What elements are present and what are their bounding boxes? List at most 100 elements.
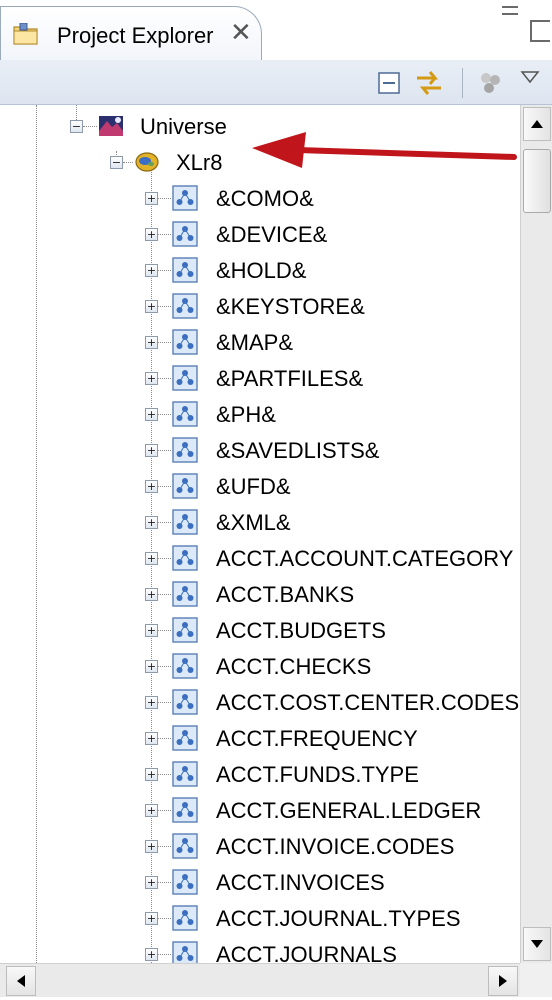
tree-item-label: &XML&	[216, 510, 291, 535]
tree-guide-line	[158, 846, 171, 847]
file-icon	[172, 617, 198, 643]
vertical-scrollbar[interactable]	[520, 105, 552, 963]
maximize-icon[interactable]	[530, 20, 550, 42]
filter-icon[interactable]	[478, 70, 504, 96]
expand-icon[interactable]: +	[145, 192, 158, 205]
tree-guide-line	[158, 666, 171, 667]
file-icon	[172, 329, 198, 355]
tree-guide-line	[158, 594, 171, 595]
tree-item-label: ACCT.FREQUENCY	[216, 726, 418, 751]
file-icon	[172, 437, 198, 463]
tree-item-label: &COMO&	[216, 186, 314, 211]
expand-icon[interactable]: +	[145, 552, 158, 565]
minimize-icon[interactable]	[502, 6, 518, 15]
tree-item-label: ACCT.INVOICE.CODES	[216, 834, 455, 859]
expand-icon[interactable]: +	[145, 336, 158, 349]
tree-item-label: &PARTFILES&	[216, 366, 364, 391]
expand-icon[interactable]: +	[145, 876, 158, 889]
expand-icon[interactable]: +	[145, 228, 158, 241]
tree-item-label: ACCT.JOURNAL.TYPES	[216, 906, 461, 931]
tree-guide-line	[158, 774, 171, 775]
horizontal-scrollbar[interactable]	[0, 963, 552, 997]
file-icon	[172, 941, 198, 963]
tree-guide-line	[76, 105, 77, 120]
tree-item-label: ACCT.BUDGETS	[216, 618, 386, 643]
tree-guide-line	[123, 162, 133, 163]
file-icon	[172, 581, 198, 607]
collapse-all-icon[interactable]	[378, 72, 400, 94]
scroll-up-button[interactable]	[523, 107, 551, 141]
tree-item-label: Universe	[140, 114, 227, 139]
tree-item-label: ACCT.COST.CENTER.CODES	[216, 690, 520, 715]
tree-item-label: ACCT.INVOICES	[216, 870, 385, 895]
universe-icon	[99, 116, 123, 136]
tree-item-label: ACCT.GENERAL.LEDGER	[216, 798, 482, 823]
expand-icon[interactable]: +	[145, 480, 158, 493]
expand-icon[interactable]: +	[145, 408, 158, 421]
scroll-right-button[interactable]	[488, 966, 518, 996]
collapse-icon[interactable]: −	[110, 156, 123, 169]
tree-guide-line	[158, 702, 171, 703]
expand-icon[interactable]: +	[145, 840, 158, 853]
link-with-editor-icon[interactable]	[414, 68, 444, 98]
project-tree: − Universe − XLr8 + &COMO& + &DEVICE& + &HOLD& + &K…	[0, 105, 520, 963]
tree-item-label: ACCT.ACCOUNT.CATEGORY	[216, 546, 514, 571]
tree-item-label: &DEVICE&	[216, 222, 328, 247]
project-explorer-tab[interactable]: Project Explorer ✕	[0, 6, 262, 60]
view-toolbar	[0, 60, 552, 105]
scroll-down-button[interactable]	[523, 927, 551, 961]
tree-guide-line	[158, 450, 171, 451]
tree-item-label: ACCT.FUNDS.TYPE	[216, 762, 419, 787]
expand-icon[interactable]: +	[145, 732, 158, 745]
view-menu-icon[interactable]	[520, 68, 540, 86]
tree-guide-line	[158, 630, 171, 631]
expand-icon[interactable]: +	[145, 516, 158, 529]
expand-icon[interactable]: +	[145, 948, 158, 961]
database-icon	[135, 152, 159, 172]
file-icon	[172, 869, 198, 895]
file-icon	[172, 221, 198, 247]
tree-item-label: &UFD&	[216, 474, 291, 499]
expand-icon[interactable]: +	[145, 912, 158, 925]
tree-guide-line	[158, 270, 171, 271]
file-icon	[172, 473, 198, 499]
tree-item-label: ACCT.CHECKS	[216, 654, 372, 679]
right-arrow-icon	[499, 975, 507, 987]
tree-guide-line	[158, 522, 171, 523]
tree-guide-line	[158, 378, 171, 379]
expand-icon[interactable]: +	[145, 660, 158, 673]
scroll-thumb[interactable]	[523, 149, 551, 213]
up-arrow-icon	[531, 120, 543, 128]
expand-icon[interactable]: +	[145, 264, 158, 277]
project-folder-icon	[13, 23, 38, 45]
file-icon	[172, 833, 198, 859]
toolbar-separator	[462, 68, 463, 98]
tree-item-label: XLr8	[176, 150, 223, 175]
tree-guide-line	[158, 486, 171, 487]
file-icon	[172, 509, 198, 535]
expand-icon[interactable]: +	[145, 372, 158, 385]
expand-icon[interactable]: +	[145, 624, 158, 637]
expand-icon[interactable]: +	[145, 804, 158, 817]
expand-icon[interactable]: +	[145, 696, 158, 709]
expand-icon[interactable]: +	[145, 300, 158, 313]
tree-item-label: &KEYSTORE&	[216, 294, 365, 319]
expand-icon[interactable]: +	[145, 444, 158, 457]
tree-guide-line	[158, 558, 171, 559]
file-icon	[172, 761, 198, 787]
tree-item-label: ACCT.BANKS	[216, 582, 355, 607]
file-icon	[172, 725, 198, 751]
tree-guide-line	[158, 882, 171, 883]
scroll-left-button[interactable]	[6, 966, 36, 996]
close-icon[interactable]: ✕	[230, 19, 252, 45]
scrollbar-corner	[520, 963, 552, 997]
expand-icon[interactable]: +	[145, 768, 158, 781]
expand-icon[interactable]: +	[145, 588, 158, 601]
tree-guide-line	[158, 414, 171, 415]
file-icon	[172, 293, 198, 319]
collapse-icon[interactable]: −	[70, 120, 83, 133]
file-icon	[172, 185, 198, 211]
tree-guide-line	[158, 306, 171, 307]
tree-guide-line	[158, 234, 171, 235]
tree-guide-line	[158, 342, 171, 343]
